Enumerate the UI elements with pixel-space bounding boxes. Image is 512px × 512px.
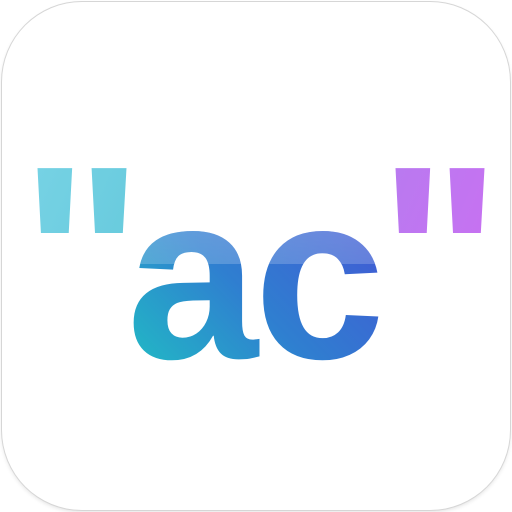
- logo-open-quote: ": [20, 113, 143, 403]
- ac-logo-icon: " ac ac ": [20, 113, 501, 409]
- logo-close-quote: ": [378, 113, 501, 403]
- app-icon-tile[interactable]: " ac ac ": [2, 2, 510, 510]
